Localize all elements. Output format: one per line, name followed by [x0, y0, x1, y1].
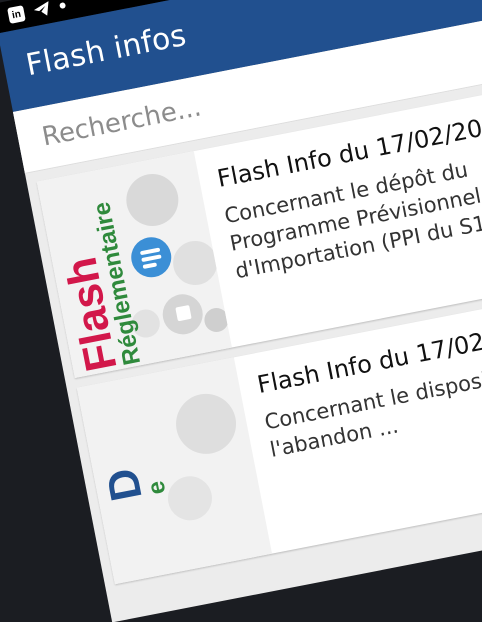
telegram-icon	[33, 1, 51, 18]
linkedin-icon: in	[7, 5, 26, 24]
app-screen: in Flash infos ↻	[0, 0, 482, 622]
main-content: Flash Réglementaire Flash Info du 17/02/…	[12, 5, 482, 622]
dot-icon	[59, 2, 66, 9]
